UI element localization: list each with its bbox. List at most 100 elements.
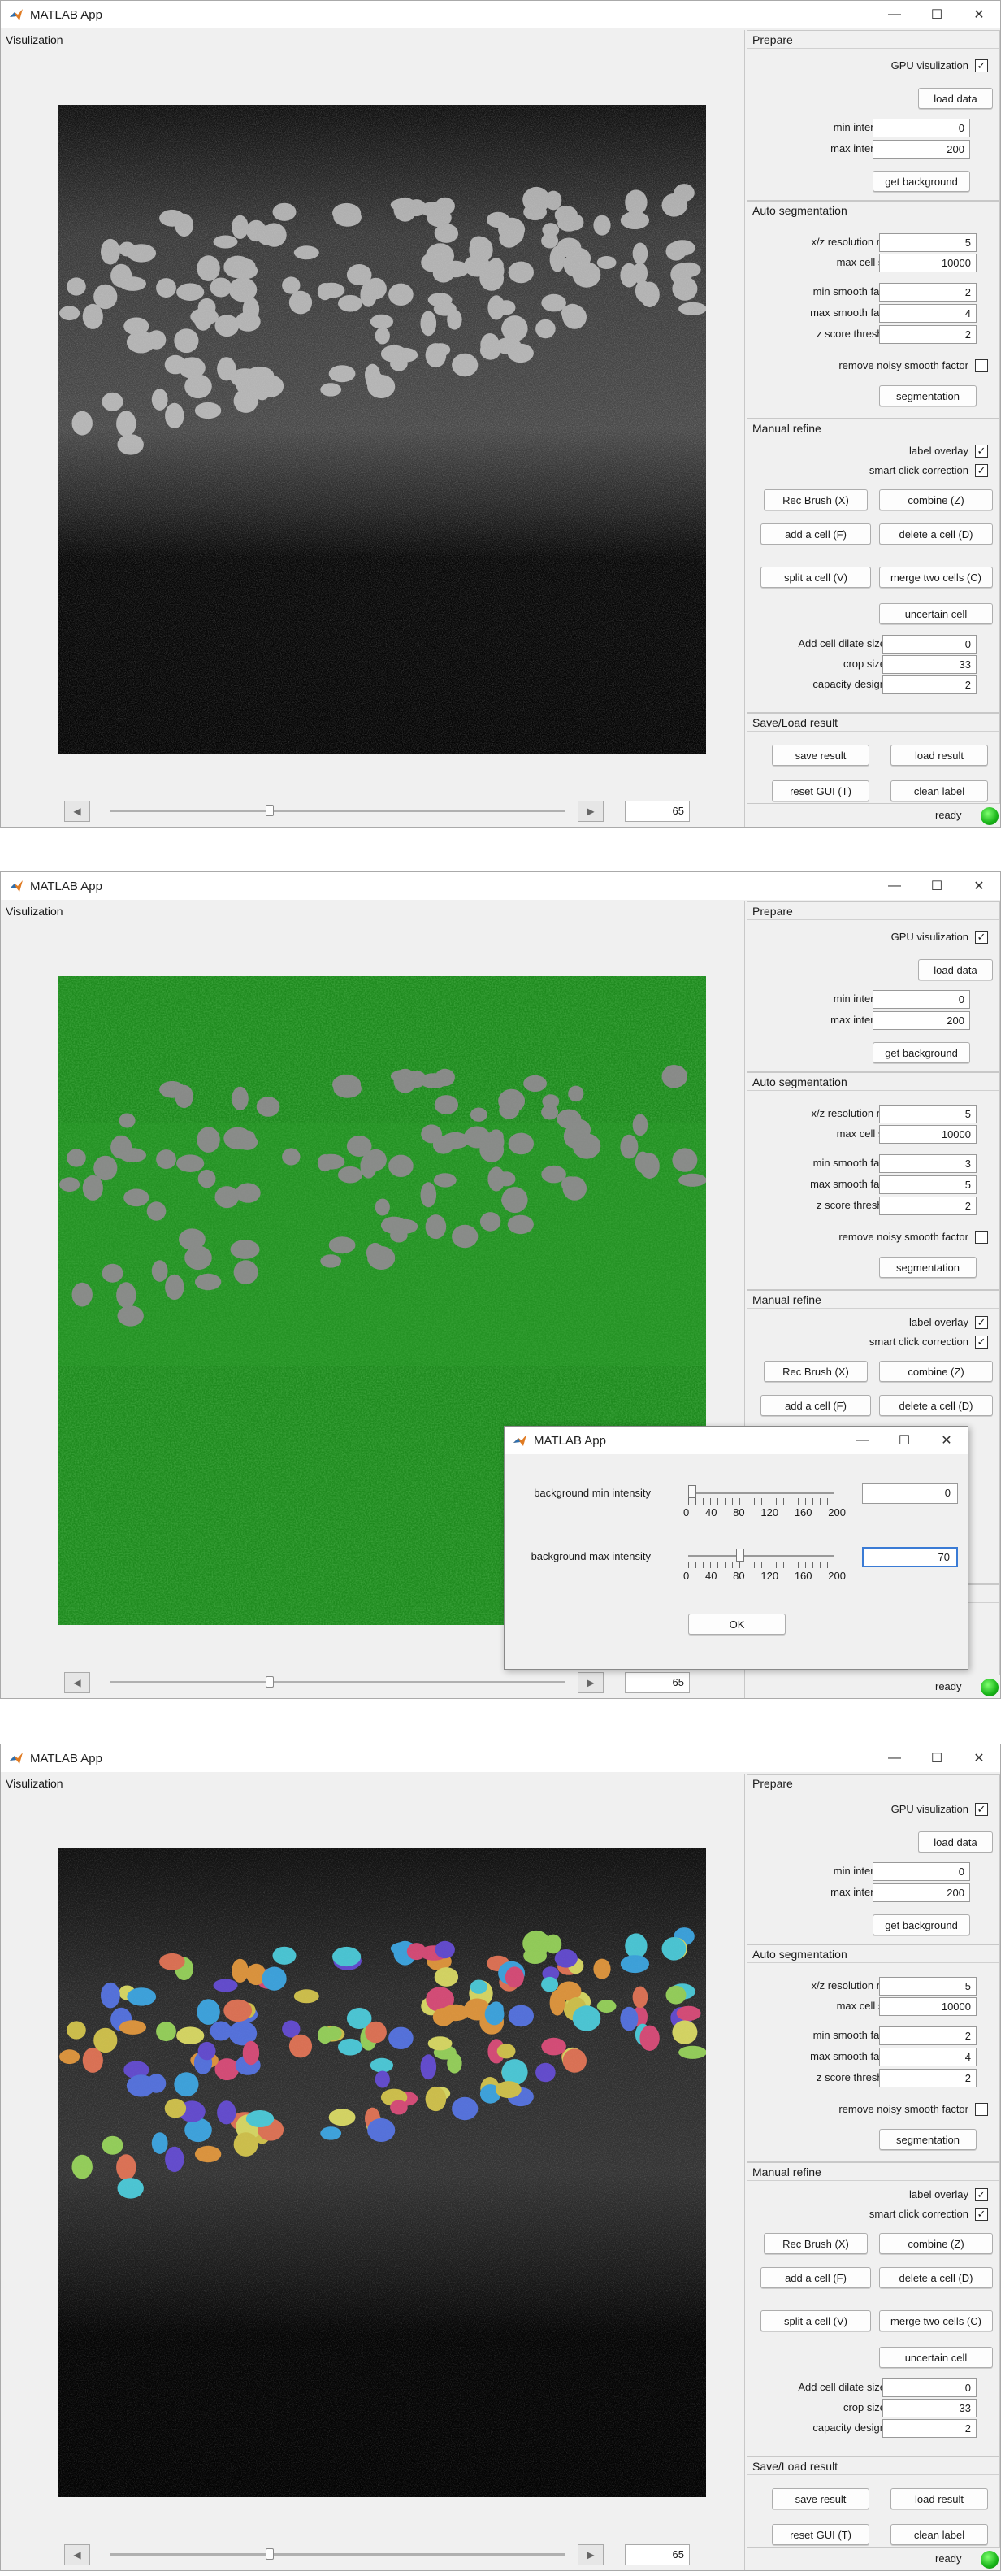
min-smooth-field[interactable]: 2 bbox=[879, 2026, 977, 2045]
gpu-checkbox[interactable]: ✓ bbox=[975, 931, 988, 944]
max-smooth-field[interactable]: 5 bbox=[879, 1175, 977, 1194]
add-dilate-field[interactable]: 0 bbox=[882, 2378, 977, 2397]
image-view[interactable] bbox=[58, 1848, 706, 2497]
segmentation-label-image[interactable] bbox=[58, 1848, 706, 2497]
xz-ratio-field[interactable]: 5 bbox=[879, 233, 977, 252]
maximize-icon[interactable]: ☐ bbox=[916, 1744, 958, 1772]
merge-cells-button[interactable]: merge two cells (C) bbox=[879, 2310, 993, 2331]
ok-button[interactable]: OK bbox=[688, 1614, 786, 1635]
add-cell-button[interactable]: add a cell (F) bbox=[760, 2267, 871, 2288]
combine-button[interactable]: combine (Z) bbox=[879, 489, 993, 510]
rec-brush-button[interactable]: Rec Brush (X) bbox=[764, 489, 868, 510]
gpu-checkbox[interactable]: ✓ bbox=[975, 1803, 988, 1816]
close-icon[interactable]: ✕ bbox=[925, 1427, 968, 1454]
max-cell-field[interactable]: 10000 bbox=[879, 1125, 977, 1144]
minimize-icon[interactable]: — bbox=[873, 872, 916, 900]
slider-thumb[interactable] bbox=[266, 1676, 274, 1688]
maximize-icon[interactable]: ☐ bbox=[916, 1, 958, 28]
image-view[interactable] bbox=[58, 105, 706, 754]
close-icon[interactable]: ✕ bbox=[958, 1, 1000, 28]
slider-track[interactable] bbox=[110, 1681, 565, 1683]
bg-min-field[interactable]: 0 bbox=[862, 1483, 958, 1504]
close-icon[interactable]: ✕ bbox=[958, 1744, 1000, 1772]
slider-left-arrow-icon[interactable]: ◀ bbox=[64, 1672, 90, 1693]
add-cell-button[interactable]: add a cell (F) bbox=[760, 1395, 871, 1416]
clean-label-button[interactable]: clean label bbox=[890, 780, 988, 801]
split-cell-button[interactable]: split a cell (V) bbox=[760, 567, 871, 588]
xz-ratio-field[interactable]: 5 bbox=[879, 1105, 977, 1123]
max-smooth-field[interactable]: 4 bbox=[879, 2048, 977, 2066]
get-background-button[interactable]: get background bbox=[873, 171, 970, 192]
smart-click-checkbox[interactable]: ✓ bbox=[975, 464, 988, 477]
get-background-button[interactable]: get background bbox=[873, 1042, 970, 1063]
min-intensity-field[interactable]: 0 bbox=[873, 119, 970, 137]
close-icon[interactable]: ✕ bbox=[958, 872, 1000, 900]
load-data-button[interactable]: load data bbox=[918, 1831, 993, 1853]
remove-noisy-checkbox[interactable] bbox=[975, 359, 988, 372]
maximize-icon[interactable]: ☐ bbox=[883, 1427, 925, 1454]
load-data-button[interactable]: load data bbox=[918, 959, 993, 980]
remove-noisy-checkbox[interactable] bbox=[975, 2103, 988, 2116]
smart-click-checkbox[interactable]: ✓ bbox=[975, 1336, 988, 1349]
slice-number-field[interactable]: 65 bbox=[625, 2544, 690, 2565]
capacity-field[interactable]: 2 bbox=[882, 675, 977, 694]
max-smooth-field[interactable]: 4 bbox=[879, 304, 977, 323]
reset-gui-button[interactable]: reset GUI (T) bbox=[772, 2524, 869, 2545]
minimize-icon[interactable]: — bbox=[873, 1744, 916, 1772]
delete-cell-button[interactable]: delete a cell (D) bbox=[879, 523, 993, 545]
slice-slider[interactable]: ◀ ▶ 65 bbox=[64, 1669, 698, 1695]
bg-max-thumb[interactable] bbox=[736, 1549, 744, 1562]
max-intensity-field[interactable]: 200 bbox=[873, 1011, 970, 1030]
rec-brush-button[interactable]: Rec Brush (X) bbox=[764, 2233, 868, 2254]
uncertain-cell-button[interactable]: uncertain cell bbox=[879, 2347, 993, 2368]
slider-left-arrow-icon[interactable]: ◀ bbox=[64, 2544, 90, 2565]
load-data-button[interactable]: load data bbox=[918, 88, 993, 109]
delete-cell-button[interactable]: delete a cell (D) bbox=[879, 2267, 993, 2288]
slider-right-arrow-icon[interactable]: ▶ bbox=[578, 801, 604, 822]
remove-noisy-checkbox[interactable] bbox=[975, 1231, 988, 1244]
bg-max-slider[interactable]: 0 40 80 120 160 200 bbox=[683, 1549, 846, 1582]
combine-button[interactable]: combine (Z) bbox=[879, 2233, 993, 2254]
rec-brush-button[interactable]: Rec Brush (X) bbox=[764, 1361, 868, 1382]
crop-size-field[interactable]: 33 bbox=[882, 2399, 977, 2417]
bg-min-slider[interactable]: 0 40 80 120 160 200 bbox=[683, 1485, 846, 1518]
slice-number-field[interactable]: 65 bbox=[625, 801, 690, 822]
slider-left-arrow-icon[interactable]: ◀ bbox=[64, 801, 90, 822]
crop-size-field[interactable]: 33 bbox=[882, 655, 977, 674]
xz-ratio-field[interactable]: 5 bbox=[879, 1977, 977, 1996]
bg-min-thumb[interactable] bbox=[688, 1485, 696, 1498]
min-smooth-field[interactable]: 3 bbox=[879, 1154, 977, 1173]
gpu-checkbox[interactable]: ✓ bbox=[975, 59, 988, 72]
segmentation-button[interactable]: segmentation bbox=[879, 2129, 977, 2150]
min-intensity-field[interactable]: 0 bbox=[873, 1862, 970, 1881]
z-score-field[interactable]: 2 bbox=[879, 1197, 977, 1215]
max-intensity-field[interactable]: 200 bbox=[873, 140, 970, 159]
slice-slider[interactable]: ◀ ▶ 65 bbox=[64, 797, 698, 823]
bg-max-track[interactable] bbox=[688, 1555, 834, 1557]
minimize-icon[interactable]: — bbox=[841, 1427, 883, 1454]
segmentation-button[interactable]: segmentation bbox=[879, 385, 977, 406]
delete-cell-button[interactable]: delete a cell (D) bbox=[879, 1395, 993, 1416]
label-overlay-checkbox[interactable]: ✓ bbox=[975, 445, 988, 458]
z-score-field[interactable]: 2 bbox=[879, 325, 977, 344]
bg-max-field[interactable]: 70 bbox=[862, 1547, 958, 1567]
min-intensity-field[interactable]: 0 bbox=[873, 990, 970, 1009]
slider-thumb[interactable] bbox=[266, 805, 274, 816]
add-cell-button[interactable]: add a cell (F) bbox=[760, 523, 871, 545]
slider-track[interactable] bbox=[110, 2553, 565, 2556]
max-cell-field[interactable]: 10000 bbox=[879, 1997, 977, 2016]
merge-cells-button[interactable]: merge two cells (C) bbox=[879, 567, 993, 588]
uncertain-cell-button[interactable]: uncertain cell bbox=[879, 603, 993, 624]
load-result-button[interactable]: load result bbox=[890, 2488, 988, 2509]
smart-click-checkbox[interactable]: ✓ bbox=[975, 2208, 988, 2221]
slider-right-arrow-icon[interactable]: ▶ bbox=[578, 1672, 604, 1693]
add-dilate-field[interactable]: 0 bbox=[882, 635, 977, 654]
save-result-button[interactable]: save result bbox=[772, 745, 869, 766]
slider-track[interactable] bbox=[110, 810, 565, 812]
max-intensity-field[interactable]: 200 bbox=[873, 1883, 970, 1902]
split-cell-button[interactable]: split a cell (V) bbox=[760, 2310, 871, 2331]
capacity-field[interactable]: 2 bbox=[882, 2419, 977, 2438]
get-background-button[interactable]: get background bbox=[873, 1914, 970, 1935]
slice-slider[interactable]: ◀ ▶ 65 bbox=[64, 2541, 698, 2567]
save-result-button[interactable]: save result bbox=[772, 2488, 869, 2509]
